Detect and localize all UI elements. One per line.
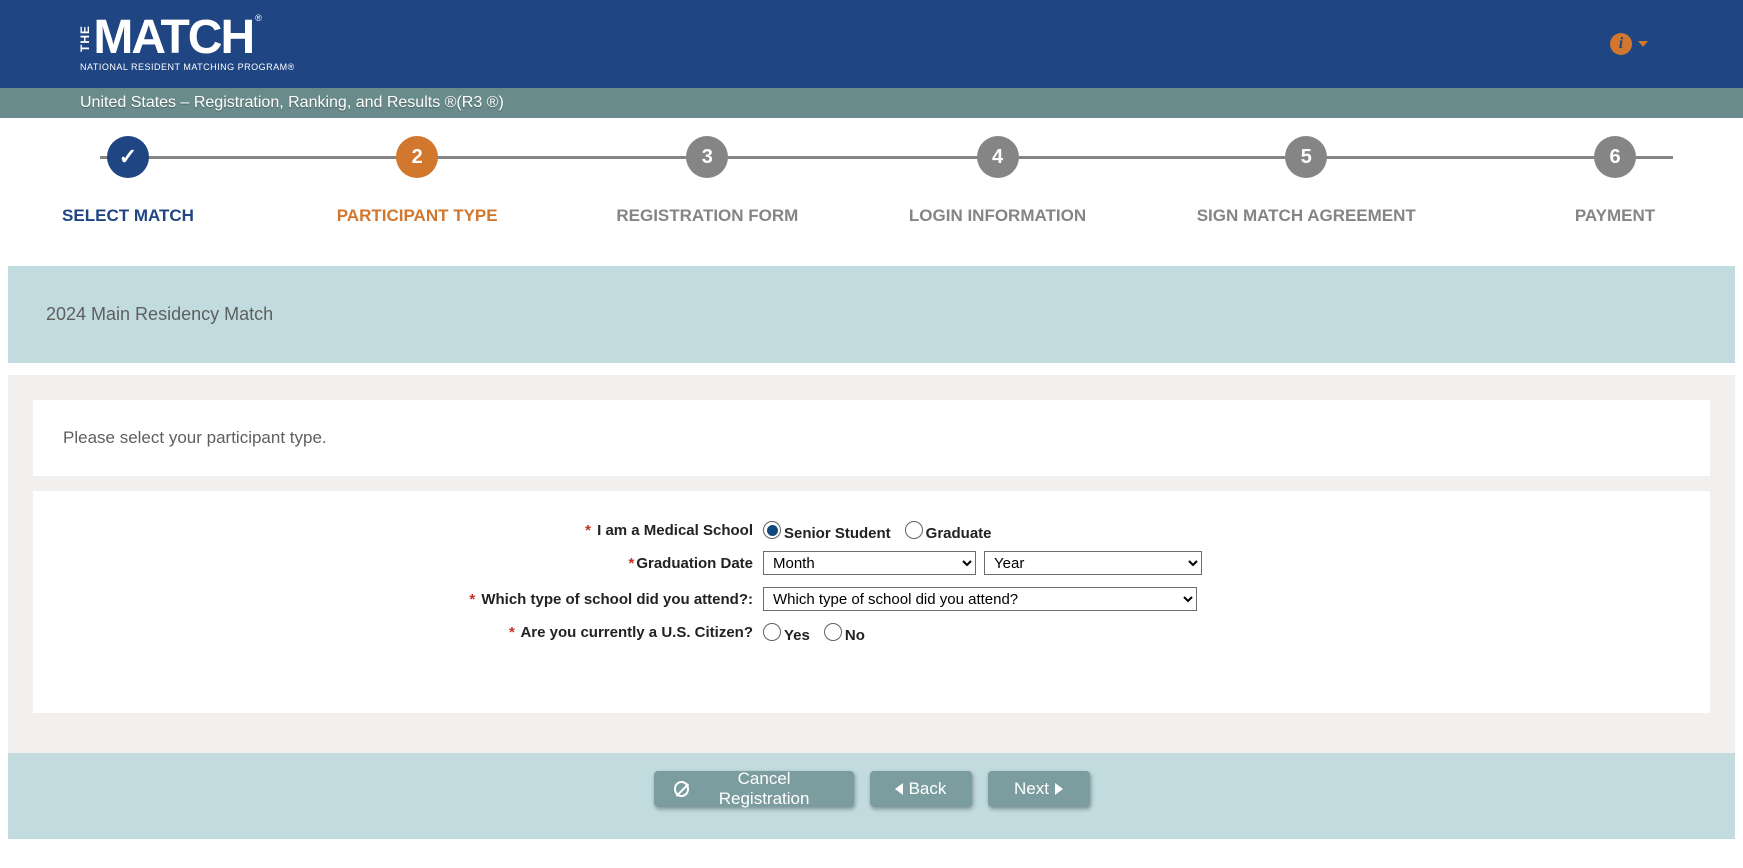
radio-citizen-yes[interactable] — [763, 623, 781, 641]
logo-subtitle: NATIONAL RESIDENT MATCHING PROGRAM® — [80, 62, 295, 72]
info-icon: i — [1610, 33, 1632, 55]
check-icon: ✓ — [119, 144, 137, 170]
cancel-icon — [674, 781, 689, 797]
step-label: PAYMENT — [1575, 206, 1655, 226]
back-button[interactable]: Back — [870, 771, 972, 807]
step-login-information[interactable]: 4 LOGIN INFORMATION — [908, 136, 1088, 226]
step-payment[interactable]: 6 PAYMENT — [1525, 136, 1705, 226]
chevron-left-icon — [895, 783, 903, 795]
cancel-registration-button[interactable]: Cancel Registration — [654, 771, 854, 807]
logo: THE MATCH ® NATIONAL RESIDENT MATCHING P… — [80, 16, 295, 71]
citizen-label: Are you currently a U.S. Citizen? — [517, 624, 753, 641]
row-school-type: * Which type of school did you attend?: … — [63, 587, 1680, 611]
radio-graduate[interactable] — [905, 521, 923, 539]
next-button[interactable]: Next — [988, 771, 1090, 807]
radio-no-label: No — [845, 627, 865, 644]
step-label: REGISTRATION FORM — [616, 206, 798, 226]
step-label: LOGIN INFORMATION — [909, 206, 1086, 226]
cancel-label: Cancel Registration — [695, 769, 834, 809]
radio-citizen-no[interactable] — [824, 623, 842, 641]
step-number: 4 — [977, 136, 1019, 178]
step-number: 2 — [396, 136, 438, 178]
row-citizen: * Are you currently a U.S. Citizen? Yes … — [63, 623, 1680, 641]
logo-match: MATCH — [93, 16, 253, 59]
select-year[interactable]: Year — [984, 551, 1202, 575]
form-panel: * I am a Medical School Senior Student G… — [33, 491, 1710, 713]
radio-senior-label: Senior Student — [784, 525, 891, 542]
chevron-down-icon — [1638, 41, 1648, 47]
select-school-type[interactable]: Which type of school did you attend? — [763, 587, 1197, 611]
graddate-label: Graduation Date — [636, 555, 753, 572]
step-number: 6 — [1594, 136, 1636, 178]
chevron-right-icon — [1055, 783, 1063, 795]
radio-graduate-label: Graduate — [926, 525, 992, 542]
info-menu[interactable]: i — [1610, 33, 1648, 55]
prompt-panel: Please select your participant type. — [33, 400, 1710, 476]
step-sign-match-agreement[interactable]: 5 SIGN MATCH AGREEMENT — [1197, 136, 1416, 226]
select-month[interactable]: Month — [763, 551, 976, 575]
step-number: 3 — [686, 136, 728, 178]
radio-senior-student[interactable] — [763, 521, 781, 539]
step-select-match[interactable]: ✓ SELECT MATCH — [38, 136, 218, 226]
breadcrumb: United States – Registration, Ranking, a… — [0, 88, 1743, 118]
content-outer: Please select your participant type. * I… — [8, 375, 1735, 753]
next-label: Next — [1014, 779, 1049, 799]
step-number: 5 — [1285, 136, 1327, 178]
school-label: Which type of school did you attend?: — [477, 591, 753, 608]
medschool-label: I am a Medical School — [593, 522, 753, 539]
match-banner: 2024 Main Residency Match — [8, 266, 1735, 363]
step-label: SIGN MATCH AGREEMENT — [1197, 206, 1416, 226]
step-label: PARTICIPANT TYPE — [337, 206, 498, 226]
action-bar: Cancel Registration Back Next — [8, 753, 1735, 839]
logo-the: THE — [80, 25, 91, 52]
row-medical-school: * I am a Medical School Senior Student G… — [63, 521, 1680, 539]
step-wizard: ✓ SELECT MATCH 2 PARTICIPANT TYPE 3 REGI… — [0, 118, 1743, 266]
step-participant-type[interactable]: 2 PARTICIPANT TYPE — [327, 136, 507, 226]
back-label: Back — [909, 779, 947, 799]
prompt-text: Please select your participant type. — [63, 428, 1680, 448]
logo-reg: ® — [255, 13, 262, 23]
row-graduation-date: *Graduation Date Month Year — [63, 551, 1680, 575]
step-label: SELECT MATCH — [62, 206, 194, 226]
app-header: THE MATCH ® NATIONAL RESIDENT MATCHING P… — [0, 0, 1743, 88]
step-registration-form[interactable]: 3 REGISTRATION FORM — [616, 136, 798, 226]
radio-yes-label: Yes — [784, 627, 810, 644]
